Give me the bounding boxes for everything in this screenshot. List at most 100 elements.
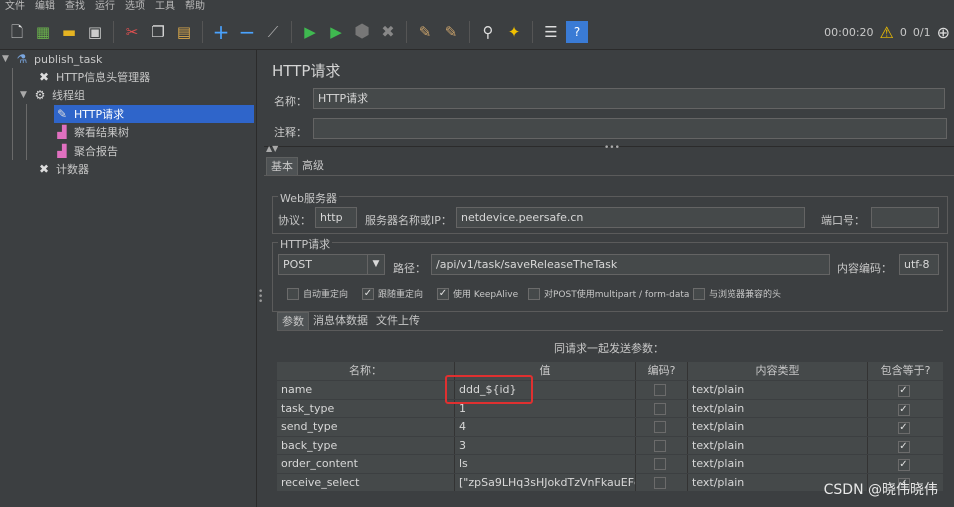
cell-encode[interactable] xyxy=(636,455,688,473)
path-field[interactable]: /api/v1/task/saveReleaseTheTask xyxy=(431,254,830,275)
expand-arrow-icon[interactable]: ▼ xyxy=(2,54,14,64)
divider-grip-icon[interactable]: ••• xyxy=(604,143,620,153)
tab-basic[interactable]: 基本 xyxy=(266,157,298,175)
checkbox-follow-redirect[interactable]: ✓ 跟随重定向 xyxy=(362,287,423,300)
expand-icon[interactable]: + xyxy=(210,21,232,43)
splitter-grip-icon[interactable]: • • • xyxy=(258,288,263,307)
table-row[interactable]: back_type 3 text/plain ✓ xyxy=(277,435,943,455)
cell-content-type[interactable]: text/plain xyxy=(688,436,868,454)
cell-name[interactable]: name xyxy=(277,381,455,399)
checkbox-keepalive[interactable]: ✓ 使用 KeepAlive xyxy=(437,287,518,300)
cell-value[interactable]: ls xyxy=(455,455,636,473)
checkbox-box[interactable] xyxy=(287,287,299,300)
column-header-content-type[interactable]: 内容类型 xyxy=(688,362,868,380)
tab-file-upload[interactable]: 文件上传 xyxy=(372,312,424,330)
clear-all-icon[interactable]: ✎ xyxy=(440,21,462,43)
stop-icon[interactable]: ⬢ xyxy=(351,21,373,43)
menu-run[interactable]: 运行 xyxy=(90,0,120,14)
start-icon[interactable]: ▶ xyxy=(299,21,321,43)
column-header-encode[interactable]: 编码? xyxy=(636,362,688,380)
tree-node-aggregate-report[interactable]: ▟ 聚合报告 xyxy=(54,142,118,160)
server-field[interactable]: netdevice.peersafe.cn xyxy=(456,207,805,228)
cell-encode[interactable] xyxy=(636,473,688,491)
expand-arrow-icon[interactable]: ▼ xyxy=(20,90,32,100)
tree-node-counter[interactable]: ✖ 计数器 xyxy=(36,160,89,178)
checkbox-box[interactable] xyxy=(693,287,705,300)
menu-search[interactable]: 查找 xyxy=(60,0,90,14)
open-folder-icon[interactable]: ▬ xyxy=(58,21,80,43)
column-header-include-equals[interactable]: 包含等于? xyxy=(868,362,943,380)
checkbox-box[interactable] xyxy=(653,476,666,489)
checkbox-box[interactable]: ✓ xyxy=(362,287,374,300)
panel-splitter[interactable]: • • • xyxy=(256,50,264,507)
checkbox-multipart[interactable]: 对POST使用multipart / form-data xyxy=(528,287,689,300)
cell-content-type[interactable]: text/plain xyxy=(688,399,868,417)
tab-advanced[interactable]: 高级 xyxy=(298,157,328,175)
cell-content-type[interactable]: text/plain xyxy=(688,455,868,473)
encoding-field[interactable]: utf-8 xyxy=(899,254,939,275)
toggle-icon[interactable]: ⟋ xyxy=(262,21,284,43)
templates-icon[interactable]: ▦ xyxy=(32,21,54,43)
clear-icon[interactable]: ✎ xyxy=(414,21,436,43)
checkbox-auto-redirect[interactable]: 自动重定向 xyxy=(287,287,348,300)
chevron-down-icon[interactable]: ▼ xyxy=(367,255,384,274)
tree-node-thread-group[interactable]: ▼ ⚙ 线程组 xyxy=(20,86,85,104)
cell-include-equals[interactable]: ✓ xyxy=(868,455,943,473)
cell-include-equals[interactable]: ✓ xyxy=(868,400,943,418)
checkbox-box[interactable]: ✓ xyxy=(437,287,449,300)
cell-include-equals[interactable]: ✓ xyxy=(868,418,943,436)
cell-content-type[interactable]: text/plain xyxy=(688,418,868,436)
checkbox-box[interactable] xyxy=(653,421,666,433)
menu-tools[interactable]: 工具 xyxy=(150,0,180,14)
cut-icon[interactable]: ✂ xyxy=(121,21,143,43)
checkbox-box[interactable] xyxy=(528,287,540,300)
cell-name[interactable]: back_type xyxy=(277,436,455,454)
cell-include-equals[interactable]: ✓ xyxy=(868,437,943,455)
tree-node-results-tree[interactable]: ▟ 察看结果树 xyxy=(54,123,129,141)
tree-node-http-request[interactable]: ✎ HTTP请求 xyxy=(54,105,254,123)
cell-include-equals[interactable]: ✓ xyxy=(868,381,943,399)
shutdown-icon[interactable]: ✖ xyxy=(377,21,399,43)
tree-node-root[interactable]: ▼ ⚗ publish_task xyxy=(2,50,102,68)
checkbox-box[interactable] xyxy=(653,439,666,452)
checkbox-box[interactable] xyxy=(653,402,666,415)
cell-value[interactable]: 3 xyxy=(455,436,636,454)
table-row[interactable]: order_content ls text/plain ✓ xyxy=(277,454,943,473)
cell-encode[interactable] xyxy=(636,418,688,436)
protocol-field[interactable]: http xyxy=(315,207,357,228)
checkbox-box[interactable] xyxy=(653,458,666,470)
menu-file[interactable]: 文件 xyxy=(0,0,30,14)
table-row[interactable]: task_type 1 text/plain ✓ xyxy=(277,398,943,418)
name-field[interactable]: HTTP请求 xyxy=(313,88,945,109)
cell-value[interactable]: ["zpSa9LHq3sHJokdTzVnFkauEFq... xyxy=(455,473,636,491)
remote-icon[interactable]: ⊕ xyxy=(937,23,950,42)
checkbox-box[interactable]: ✓ xyxy=(897,422,910,434)
checkbox-box[interactable]: ✓ xyxy=(897,440,910,453)
method-select[interactable]: POST ▼ xyxy=(278,254,385,275)
column-header-name[interactable]: 名称： xyxy=(277,362,455,380)
menu-edit[interactable]: 编辑 xyxy=(30,0,60,14)
checkbox-browser-headers[interactable]: 与浏览器兼容的头 xyxy=(693,287,781,300)
checkbox-box[interactable]: ✓ xyxy=(897,403,910,416)
paste-icon[interactable]: ▤ xyxy=(173,21,195,43)
table-row[interactable]: send_type 4 text/plain ✓ xyxy=(277,417,943,436)
copy-icon[interactable]: ❐ xyxy=(147,21,169,43)
help-icon[interactable]: ? xyxy=(566,20,588,43)
tab-parameters[interactable]: 参数 xyxy=(277,312,309,330)
cell-encode[interactable] xyxy=(636,381,688,399)
comment-field[interactable] xyxy=(313,118,947,139)
cell-name[interactable]: task_type xyxy=(277,399,455,417)
collapse-icon[interactable]: − xyxy=(236,21,258,43)
start-no-pause-icon[interactable]: ▶ xyxy=(325,21,347,43)
menu-help[interactable]: 帮助 xyxy=(180,0,210,14)
checkbox-box[interactable]: ✓ xyxy=(897,385,910,397)
cell-content-type[interactable]: text/plain xyxy=(688,381,868,399)
table-row[interactable]: name ddd_${id} text/plain ✓ xyxy=(277,380,943,399)
reset-search-icon[interactable]: ✦ xyxy=(503,21,525,43)
cell-name[interactable]: send_type xyxy=(277,418,455,436)
save-icon[interactable]: ▣ xyxy=(84,21,106,43)
checkbox-box[interactable]: ✓ xyxy=(897,459,910,471)
warning-icon[interactable]: ⚠ xyxy=(880,23,894,42)
search-icon[interactable]: ⚲ xyxy=(477,21,499,43)
cell-value[interactable]: 4 xyxy=(455,418,636,436)
